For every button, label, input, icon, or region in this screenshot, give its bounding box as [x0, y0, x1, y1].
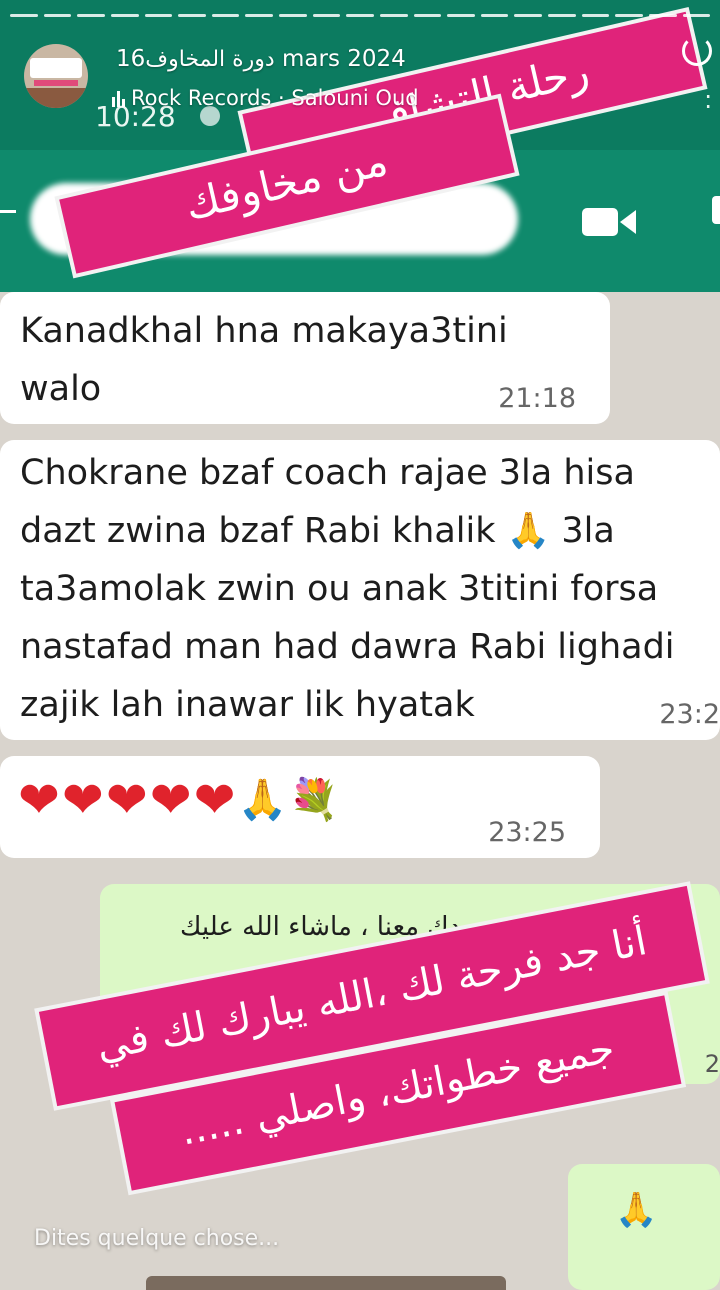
more-options-icon[interactable]: · · — [704, 85, 712, 119]
music-title: Rock Records · Salouni Oud — [131, 86, 419, 110]
message-text: Chokrane bzaf coach rajae 3la hisa dazt … — [20, 453, 675, 725]
heart-icon: ❤ — [105, 771, 148, 829]
bouquet-icon: 💐 — [289, 777, 340, 823]
music-label[interactable]: Rock Records · Salouni Oud — [112, 86, 419, 110]
incoming-message: Kanadkhal hna makaya3tini walo 21:18 — [0, 292, 610, 424]
incoming-message: Chokrane bzaf coach rajae 3la hisa dazt … — [0, 440, 720, 740]
video-call-icon[interactable] — [582, 204, 638, 240]
message-time: 2 — [704, 1050, 720, 1078]
story-reply-input[interactable]: Dites quelque chose... — [34, 1226, 279, 1251]
story-header: دورة المخاوف16 mars 2024 — [110, 46, 406, 72]
voice-call-icon[interactable] — [712, 196, 720, 224]
music-bars-icon — [112, 89, 125, 107]
back-arrow-icon[interactable] — [0, 210, 16, 213]
pray-icon: 🙏 — [615, 1190, 658, 1230]
heart-icon: ❤ — [18, 771, 60, 829]
heart-icon: ❤ — [193, 771, 236, 829]
heart-icon: ❤ — [61, 771, 104, 829]
bottom-bar — [146, 1276, 506, 1290]
heart-icon: ❤ — [149, 771, 192, 829]
pray-icon: 🙏 — [237, 777, 288, 823]
message-time: 23:25 — [488, 817, 566, 848]
message-time: 21:18 — [498, 383, 576, 414]
loading-icon — [682, 36, 712, 66]
avatar[interactable] — [24, 44, 88, 108]
story-progress — [10, 14, 711, 18]
story-username[interactable]: دورة المخاوف — [145, 47, 274, 72]
message-time: 23:2 — [659, 699, 720, 730]
incoming-message: ❤ ❤ ❤ ❤ ❤ 🙏 💐 23:25 — [0, 756, 600, 858]
